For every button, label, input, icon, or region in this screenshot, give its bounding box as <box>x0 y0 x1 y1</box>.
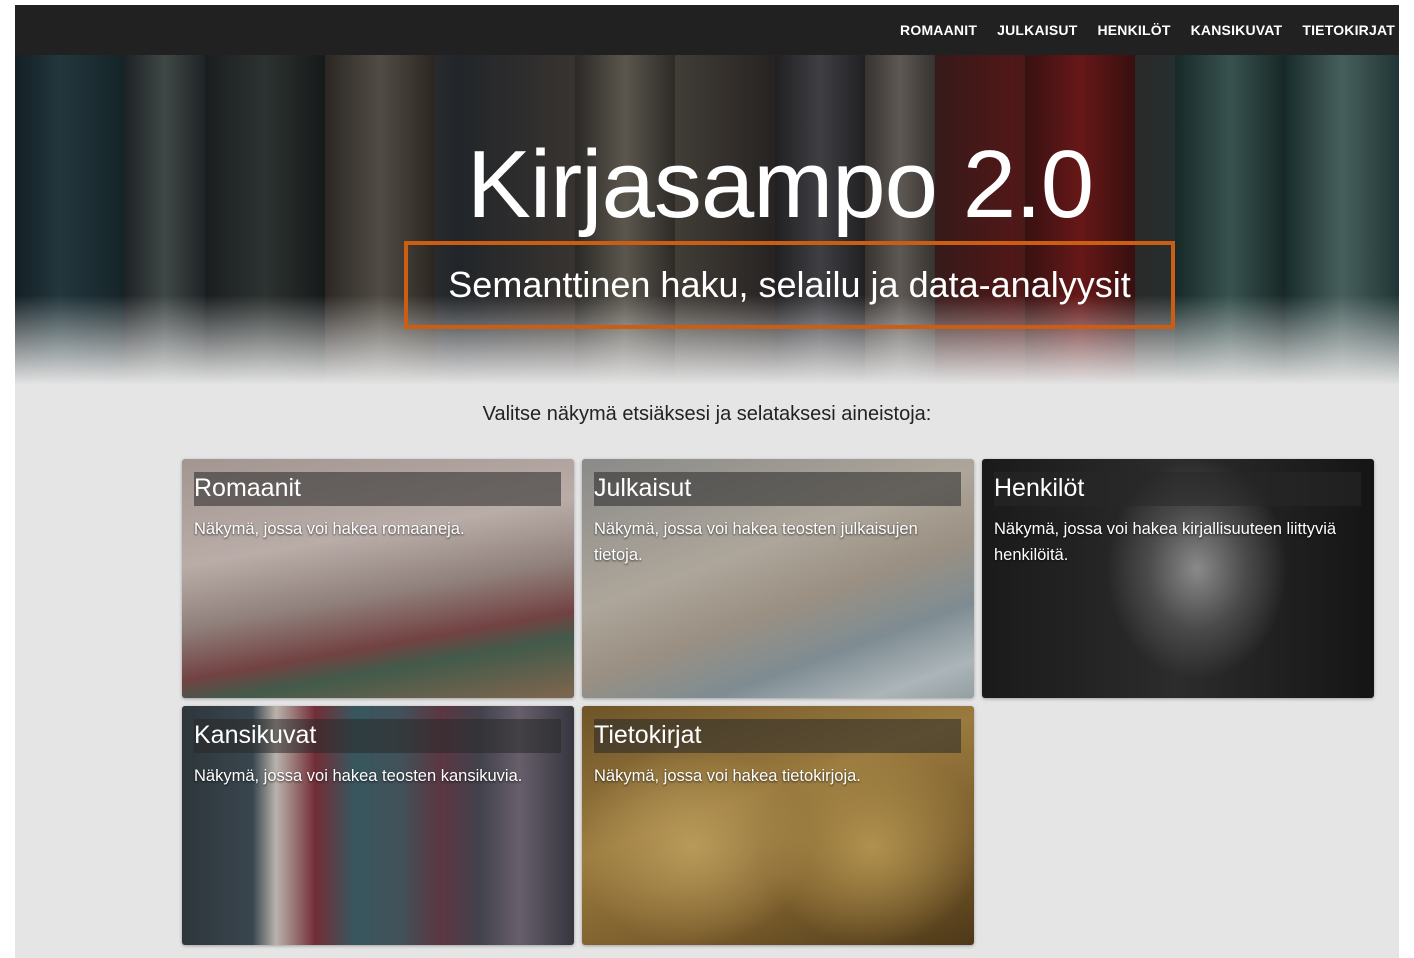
card-title: Romaanit <box>194 474 301 502</box>
main-nav: ROMAANIT JULKAISUT HENKILÖT KANSIKUVAT T… <box>900 5 1395 55</box>
nav-link-julkaisut[interactable]: JULKAISUT <box>997 22 1077 38</box>
card-description: Näkymä, jossa voi hakea teosten julkaisu… <box>594 520 918 564</box>
hero-banner: Kirjasampo 2.0 Semanttinen haku, selailu… <box>15 55 1399 385</box>
hero-title: Kirjasampo 2.0 <box>466 131 1094 238</box>
nav-link-tietokirjat[interactable]: TIETOKIRJAT <box>1302 22 1395 38</box>
nav-link-henkilot[interactable]: HENKILÖT <box>1097 22 1170 38</box>
hero-subtitle: Semanttinen haku, selailu ja data-analyy… <box>448 264 1131 305</box>
card-title: Kansikuvat <box>194 721 317 749</box>
card-julkaisut[interactable]: Julkaisut Näkymä, jossa voi hakea teoste… <box>582 459 974 698</box>
card-title-bar: Julkaisut <box>594 472 961 506</box>
card-title: Henkilöt <box>994 474 1085 502</box>
page-frame: ROMAANIT JULKAISUT HENKILÖT KANSIKUVAT T… <box>15 5 1399 958</box>
card-title: Julkaisut <box>594 474 692 502</box>
card-title-bar: Kansikuvat <box>194 719 561 753</box>
card-henkilot[interactable]: Henkilöt Näkymä, jossa voi hakea kirjall… <box>982 459 1374 698</box>
nav-link-romaanit[interactable]: ROMAANIT <box>900 22 977 38</box>
card-description: Näkymä, jossa voi hakea romaaneja. <box>194 520 465 538</box>
card-title: Tietokirjat <box>594 721 702 749</box>
nav-link-kansikuvat[interactable]: KANSIKUVAT <box>1191 22 1283 38</box>
card-kansikuvat[interactable]: Kansikuvat Näkymä, jossa voi hakea teost… <box>182 706 574 945</box>
card-description: Näkymä, jossa voi hakea tietokirjoja. <box>594 767 861 785</box>
subtitle-highlight-box: Semanttinen haku, selailu ja data-analyy… <box>404 241 1175 329</box>
card-description: Näkymä, jossa voi hakea teosten kansikuv… <box>194 767 523 785</box>
card-title-bar: Henkilöt <box>994 472 1361 506</box>
top-navigation-bar: ROMAANIT JULKAISUT HENKILÖT KANSIKUVAT T… <box>15 5 1399 55</box>
card-title-bar: Romaanit <box>194 472 561 506</box>
card-tietokirjat[interactable]: Tietokirjat Näkymä, jossa voi hakea tiet… <box>582 706 974 945</box>
card-title-bar: Tietokirjat <box>594 719 961 753</box>
intro-text: Valitse näkymä etsiäksesi ja selataksesi… <box>482 403 932 425</box>
card-romaanit[interactable]: Romaanit Näkymä, jossa voi hakea romaane… <box>182 459 574 698</box>
card-description: Näkymä, jossa voi hakea kirjallisuuteen … <box>994 520 1337 564</box>
